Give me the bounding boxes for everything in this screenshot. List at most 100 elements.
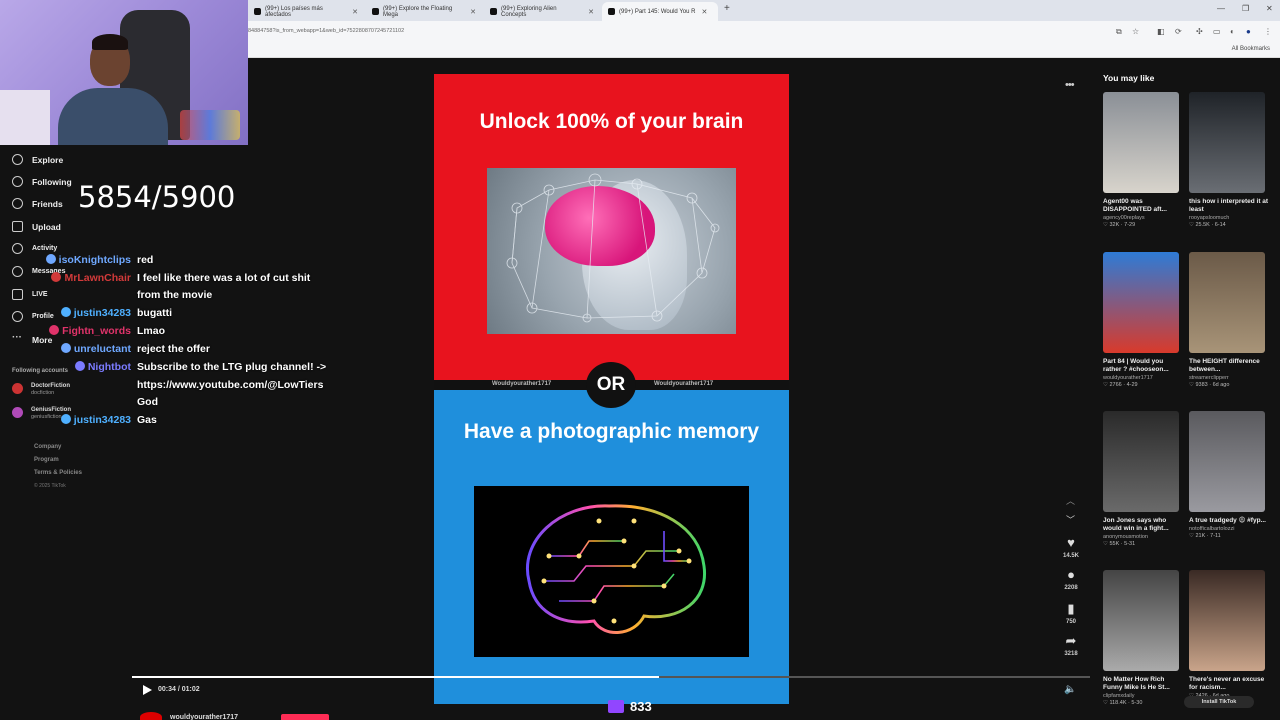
chevron-down-icon[interactable]: ﹀ bbox=[1066, 513, 1075, 526]
browser-tab-active[interactable]: (99+) Part 145: Would You R ✕ bbox=[602, 2, 718, 21]
video-thumbnail[interactable] bbox=[1189, 411, 1265, 512]
sidebar-item-live[interactable]: LIVE bbox=[12, 289, 48, 300]
all-bookmarks[interactable]: All Bookmarks bbox=[1232, 46, 1270, 52]
card-author[interactable]: anonymousmotion bbox=[1103, 534, 1183, 540]
extension-icon[interactable]: ⟳ bbox=[1175, 27, 1182, 36]
like-button[interactable]: ♥ 14.5K bbox=[1060, 536, 1082, 560]
author-name[interactable]: wouldyourather1717 bbox=[170, 714, 238, 720]
bookmark-button[interactable]: ▮ 750 bbox=[1060, 602, 1082, 626]
webcam-overlay bbox=[0, 0, 248, 145]
upload-icon bbox=[12, 221, 23, 232]
sidebar-item-more[interactable]: ··· More bbox=[12, 333, 52, 345]
tab-search-icon[interactable]: ▭ bbox=[1213, 27, 1221, 36]
recommended-video-card[interactable]: There's never an excuse for racism...♡ 2… bbox=[1189, 570, 1269, 699]
chat-badge-icon bbox=[51, 272, 62, 282]
chat-username[interactable]: Fightn_words bbox=[49, 325, 131, 338]
recommended-video-card[interactable]: No Matter How Rich Funny Mike Is He St..… bbox=[1103, 570, 1183, 706]
video-thumbnail[interactable] bbox=[1189, 570, 1265, 671]
chat-username[interactable]: justin34283 bbox=[60, 414, 131, 427]
author-avatar[interactable] bbox=[140, 712, 162, 720]
chat-username[interactable]: MrLawnChair bbox=[51, 272, 131, 285]
close-window-icon[interactable]: ✕ bbox=[1266, 4, 1273, 13]
sidebar-item-activity[interactable]: Activity bbox=[12, 243, 57, 254]
footer-company[interactable]: Company bbox=[34, 444, 61, 450]
sidebar-item-upload[interactable]: Upload bbox=[12, 221, 61, 232]
card-author[interactable]: notofficalbartolozzi bbox=[1189, 526, 1269, 532]
sidebar-item-following[interactable]: Following bbox=[12, 176, 72, 187]
card-title[interactable]: There's never an excuse for racism... bbox=[1189, 676, 1269, 692]
browser-tab[interactable]: (99+) Explore the Floating Mega ✕ bbox=[366, 2, 482, 21]
more-options-icon[interactable]: ••• bbox=[1065, 79, 1075, 91]
option-top-text: Unlock 100% of your brain bbox=[479, 110, 744, 133]
sidebar-item-friends[interactable]: Friends bbox=[12, 198, 63, 209]
card-title[interactable]: this how i interpreted it at least bbox=[1189, 198, 1269, 214]
compass-icon bbox=[12, 154, 23, 165]
footer-program[interactable]: Program bbox=[34, 457, 59, 463]
share-button[interactable]: ➦ 3218 bbox=[1060, 634, 1082, 658]
video-player[interactable]: Unlock 100% of your brain Wouldyourather… bbox=[434, 74, 789, 704]
extension-icon[interactable]: ◧ bbox=[1157, 27, 1165, 36]
chat-badge-icon bbox=[60, 307, 71, 317]
video-thumbnail[interactable] bbox=[1103, 411, 1179, 512]
recommended-video-card[interactable]: The HEIGHT difference between... streamer… bbox=[1189, 252, 1269, 388]
video-progress-bar[interactable] bbox=[132, 676, 1090, 678]
profile-icon[interactable]: ◐ bbox=[1230, 27, 1235, 36]
new-tab-button[interactable]: + bbox=[724, 3, 730, 14]
avatar[interactable]: ● bbox=[1246, 27, 1251, 36]
or-badge: OR bbox=[586, 362, 636, 408]
card-author[interactable]: streamerclipperr bbox=[1189, 375, 1269, 381]
footer-terms[interactable]: Terms & Policies bbox=[34, 470, 82, 476]
close-icon[interactable]: ✕ bbox=[352, 8, 358, 16]
card-title[interactable]: Jon Jones says who would win in a fight.… bbox=[1103, 517, 1183, 533]
viewer-count: 833 bbox=[608, 699, 652, 714]
card-title[interactable]: The HEIGHT difference between... bbox=[1189, 358, 1269, 374]
recommended-video-card[interactable]: this how i interpreted it at least rooyap… bbox=[1189, 92, 1269, 228]
minimize-icon[interactable]: — bbox=[1217, 4, 1225, 13]
chat-username[interactable]: unreluctant bbox=[60, 343, 131, 356]
chat-username[interactable]: Nightbot bbox=[74, 361, 131, 374]
close-icon[interactable]: ✕ bbox=[470, 8, 476, 16]
sidebar-item-profile[interactable]: Profile bbox=[12, 311, 54, 322]
menu-icon[interactable]: ⋮ bbox=[1264, 27, 1272, 36]
video-thumbnail[interactable] bbox=[1103, 570, 1179, 671]
install-tiktok-button[interactable]: Install TikTok bbox=[1184, 696, 1254, 708]
chevron-up-icon[interactable]: ︿ bbox=[1066, 494, 1075, 507]
card-author[interactable]: clipfamxdaily bbox=[1103, 693, 1183, 699]
video-thumbnail[interactable] bbox=[1189, 92, 1265, 193]
play-icon[interactable] bbox=[143, 685, 152, 695]
chat-username[interactable]: isoKnightclips bbox=[45, 254, 131, 267]
close-icon[interactable]: ✕ bbox=[701, 8, 707, 16]
video-thumbnail[interactable] bbox=[1103, 92, 1179, 193]
browser-tab[interactable]: (99+) Los países más afectados ✕ bbox=[248, 2, 364, 21]
star-icon[interactable]: ☆ bbox=[1132, 27, 1139, 36]
chat-username[interactable]: justin34283 bbox=[60, 307, 131, 320]
recommended-video-card[interactable]: Agent00 was DISAPPOINTED aft... agency00r… bbox=[1103, 92, 1183, 228]
recommended-video-card[interactable]: A true tradgedy 😩 #fyp... notofficalbarto… bbox=[1189, 411, 1269, 539]
sidebar-item-explore[interactable]: Explore bbox=[12, 154, 63, 165]
card-author[interactable]: wouldyourather1717 bbox=[1103, 375, 1183, 381]
brain-image bbox=[487, 168, 736, 334]
card-title[interactable]: No Matter How Rich Funny Mike Is He St..… bbox=[1103, 676, 1183, 692]
recommended-video-card[interactable]: Part 84 | Would you rather ? #chooseon..… bbox=[1103, 252, 1183, 388]
puzzle-icon[interactable]: ✣ bbox=[1196, 27, 1203, 36]
card-title[interactable]: Agent00 was DISAPPOINTED aft... bbox=[1103, 198, 1183, 214]
card-stats: ♡ 55K · 5-31 bbox=[1103, 541, 1136, 547]
url-field[interactable]: 84884758?is_from_webapp=1&web_id=7522808… bbox=[248, 28, 404, 34]
following-account[interactable]: DoctorFiction docfiction bbox=[12, 382, 70, 396]
recommended-video-card[interactable]: Jon Jones says who would win in a fight.… bbox=[1103, 411, 1183, 547]
comment-button[interactable]: ● 2208 bbox=[1060, 568, 1082, 592]
card-author[interactable]: agency00replays bbox=[1103, 215, 1183, 221]
circuit-brain-image bbox=[474, 486, 749, 657]
install-icon[interactable]: ⧉ bbox=[1116, 27, 1122, 37]
follow-button[interactable] bbox=[281, 714, 329, 720]
card-title[interactable]: A true tradgedy 😩 #fyp... bbox=[1189, 517, 1269, 525]
chat-message: red bbox=[137, 254, 154, 266]
video-thumbnail[interactable] bbox=[1103, 252, 1179, 353]
card-title[interactable]: Part 84 | Would you rather ? #chooseon..… bbox=[1103, 358, 1183, 374]
maximize-icon[interactable]: ❐ bbox=[1242, 4, 1249, 13]
browser-tab[interactable]: (99+) Exploring Alien Concepts ✕ bbox=[484, 2, 600, 21]
close-icon[interactable]: ✕ bbox=[588, 8, 594, 16]
volume-icon[interactable]: 🔈 bbox=[1064, 684, 1076, 695]
video-thumbnail[interactable] bbox=[1189, 252, 1265, 353]
card-author[interactable]: rooyapsloomuch bbox=[1189, 215, 1269, 221]
